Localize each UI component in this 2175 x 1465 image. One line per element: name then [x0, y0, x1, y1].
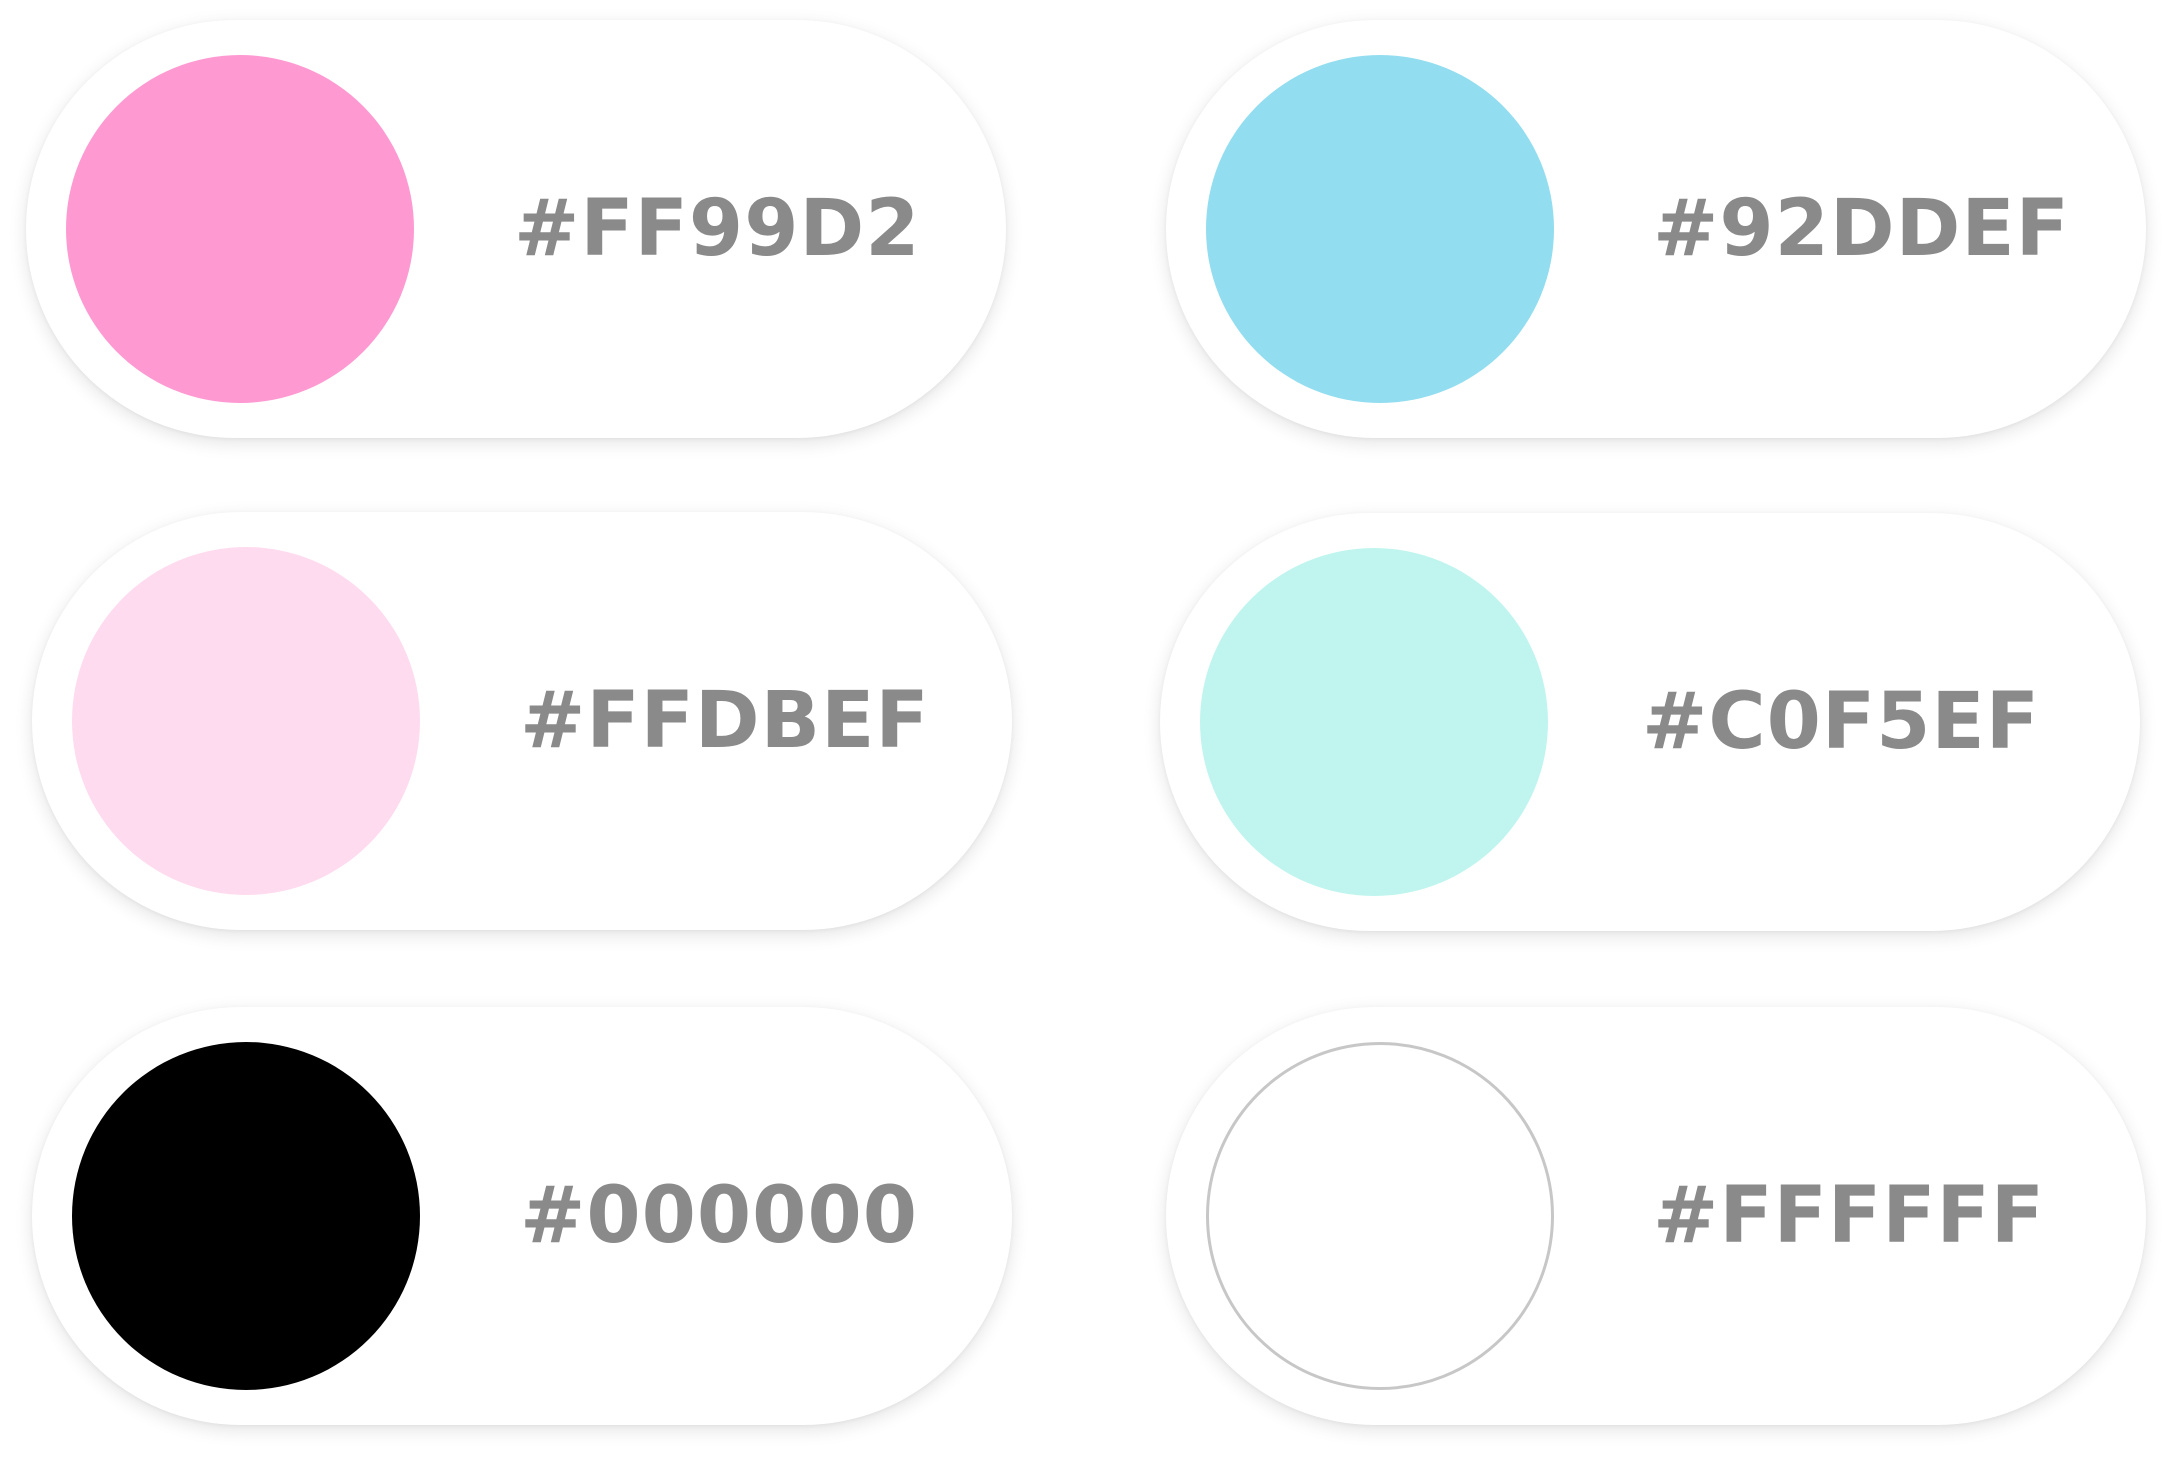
color-card-white[interactable]: #FFFFFF: [1166, 1007, 2146, 1425]
color-card-black[interactable]: #000000: [32, 1007, 1012, 1425]
hex-code-label: #FFFFFF: [1653, 1171, 2046, 1261]
hex-code-label: #FFDBEF: [520, 676, 930, 766]
hex-code-label: #FF99D2: [514, 184, 921, 274]
color-swatch: [72, 1042, 420, 1390]
color-card-sky-blue[interactable]: #92DDEF: [1166, 20, 2146, 438]
hex-code-label: #C0F5EF: [1642, 677, 2040, 767]
color-card-light-pink[interactable]: #FFDBEF: [32, 512, 1012, 930]
color-palette: #FF99D2 #92DDEF #FFDBEF #C0F5EF #000000 …: [0, 0, 2175, 1465]
color-swatch: [1200, 548, 1548, 896]
color-swatch: [1206, 1042, 1554, 1390]
color-card-mint[interactable]: #C0F5EF: [1160, 513, 2140, 931]
color-swatch: [1206, 55, 1554, 403]
hex-code-label: #92DDEF: [1653, 184, 2070, 274]
color-card-pink[interactable]: #FF99D2: [26, 20, 1006, 438]
color-swatch: [66, 55, 414, 403]
color-swatch: [72, 547, 420, 895]
hex-code-label: #000000: [520, 1171, 918, 1261]
